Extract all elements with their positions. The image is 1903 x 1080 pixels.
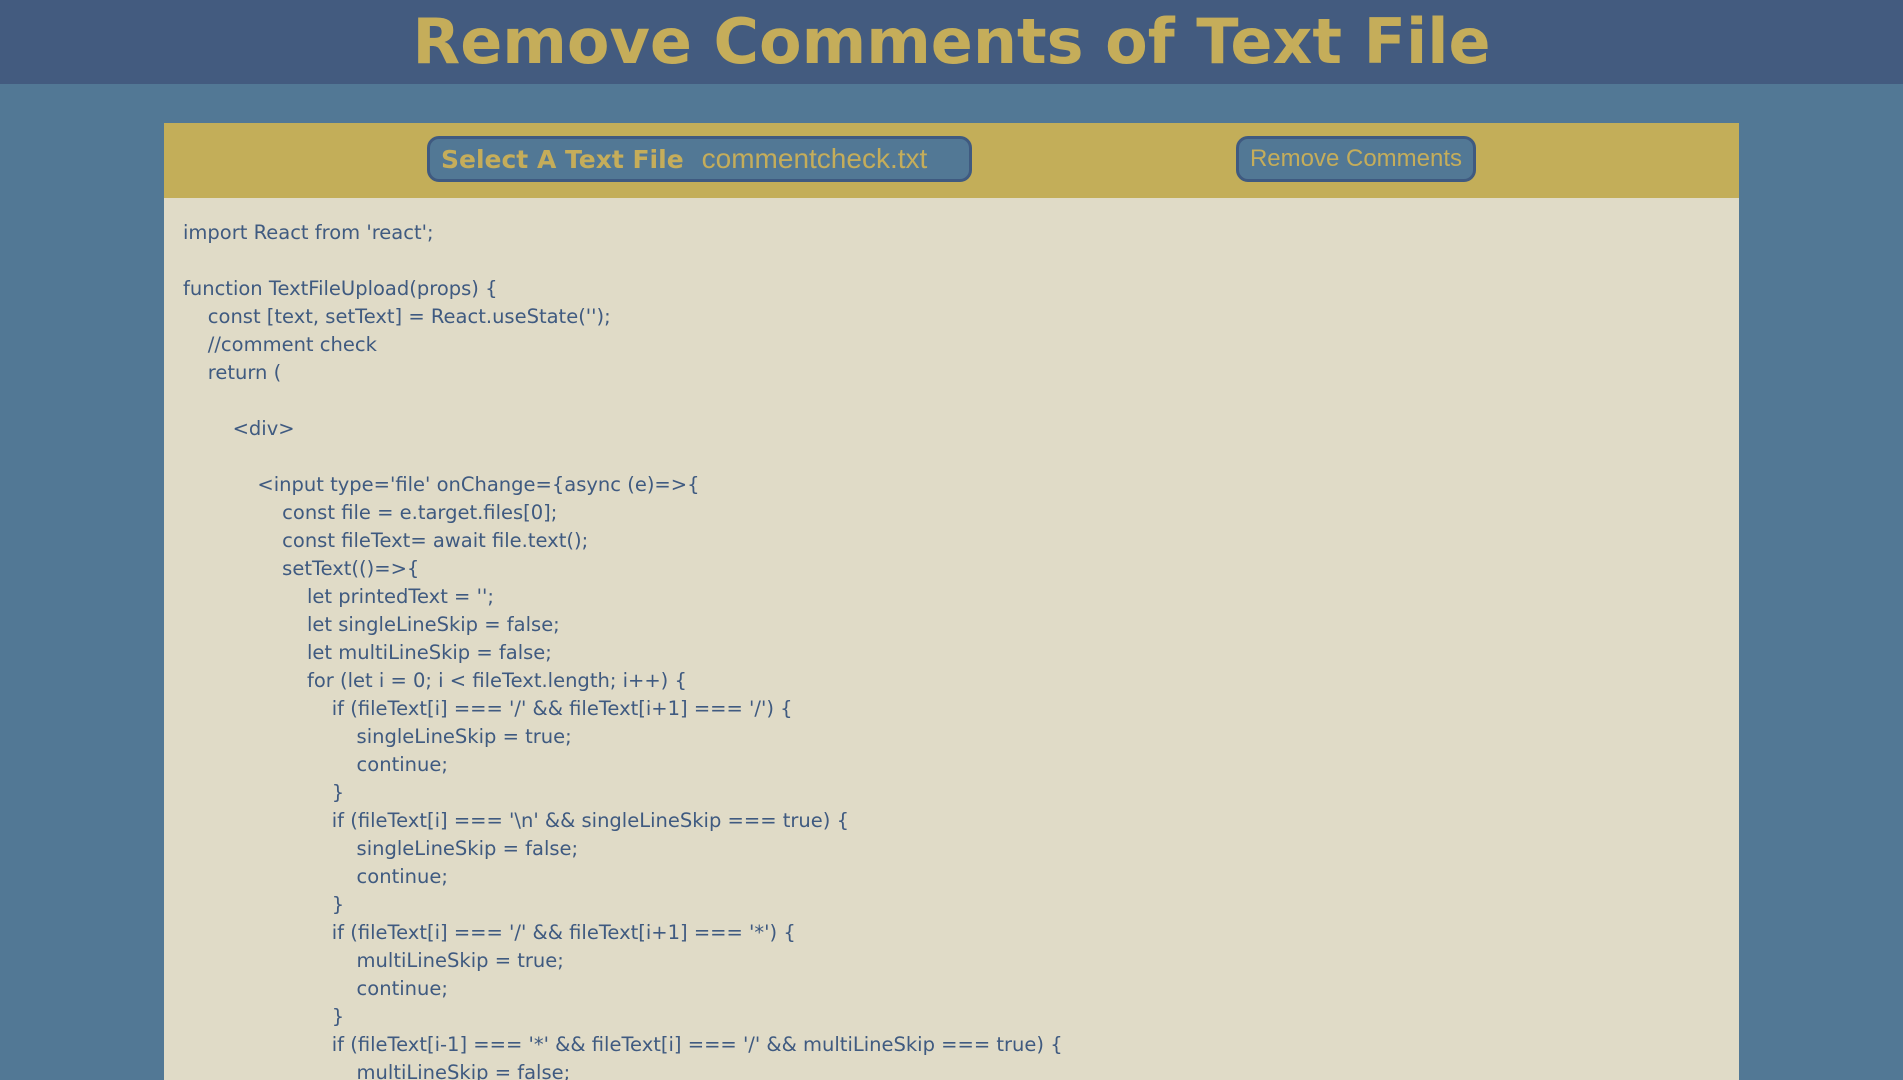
remove-comments-button[interactable]: Remove Comments: [1236, 136, 1476, 182]
code-line: return (: [183, 361, 282, 384]
code-line: singleLineSkip = true;: [183, 725, 572, 748]
file-content-view: import React from 'react'; function Text…: [183, 219, 1063, 1080]
code-line: }: [183, 781, 345, 804]
code-line: const fileText= await file.text();: [183, 529, 589, 552]
page-title: Remove Comments of Text File: [412, 5, 1491, 78]
code-line: const file = e.target.files[0];: [183, 501, 558, 524]
code-line: let printedText = '';: [183, 585, 494, 608]
file-select-label: Select A Text File: [441, 144, 684, 174]
code-line: let multiLineSkip = false;: [183, 641, 552, 664]
file-select-input[interactable]: Select A Text File commentcheck.txt: [427, 136, 972, 182]
code-line: continue;: [183, 753, 448, 776]
code-line: continue;: [183, 977, 448, 1000]
app-header: Remove Comments of Text File: [0, 0, 1903, 84]
code-line: setText(()=>{: [183, 557, 420, 580]
code-line: import React from 'react';: [183, 221, 434, 244]
code-line: //comment check: [183, 333, 377, 356]
code-line: const [text, setText] = React.useState('…: [183, 305, 611, 328]
code-line: multiLineSkip = false;: [183, 1061, 571, 1080]
code-line: if (fileText[i-1] === '*' && fileText[i]…: [183, 1033, 1063, 1056]
code-line: singleLineSkip = false;: [183, 837, 579, 860]
code-line: if (fileText[i] === '\n' && singleLineSk…: [183, 809, 849, 832]
code-line: }: [183, 1005, 345, 1028]
code-line: for (let i = 0; i < fileText.length; i++…: [183, 669, 687, 692]
code-line: if (fileText[i] === '/' && fileText[i+1]…: [183, 697, 793, 720]
code-line: if (fileText[i] === '/' && fileText[i+1]…: [183, 921, 796, 944]
code-line: let singleLineSkip = false;: [183, 613, 560, 636]
code-line: }: [183, 893, 345, 916]
selected-file-name: commentcheck.txt: [701, 143, 928, 174]
main-panel: Select A Text File commentcheck.txt Remo…: [164, 123, 1739, 1080]
code-line: multiLineSkip = true;: [183, 949, 564, 972]
code-line: <div>: [183, 417, 295, 440]
code-line: function TextFileUpload(props) {: [183, 277, 498, 300]
code-line: <input type='file' onChange={async (e)=>…: [183, 473, 700, 496]
toolbar: Select A Text File commentcheck.txt Remo…: [164, 123, 1739, 198]
code-line: continue;: [183, 865, 448, 888]
